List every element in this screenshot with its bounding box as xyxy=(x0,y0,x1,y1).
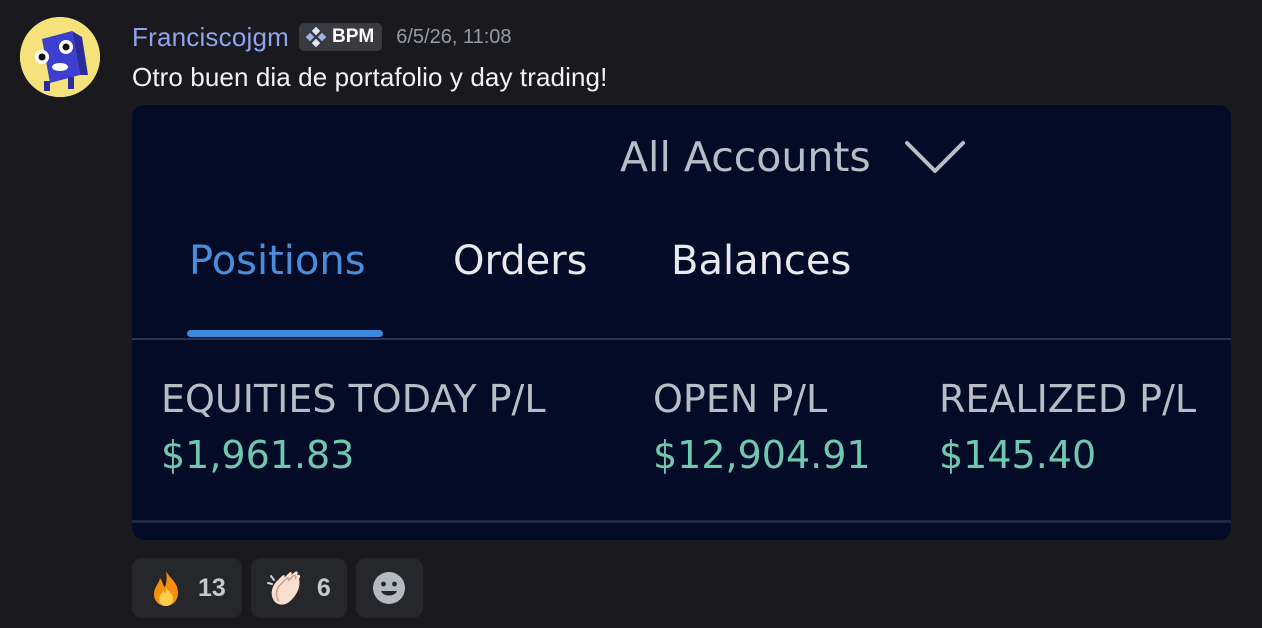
metric-value: $12,904.91 xyxy=(653,433,871,477)
metric-realized-pl: REALIZED P/L $145.40 xyxy=(939,377,1196,477)
metric-label: OPEN P/L xyxy=(653,377,828,421)
metric-label: REALIZED P/L xyxy=(939,377,1197,421)
role-tag-label: BPM xyxy=(332,26,375,47)
smiley-face-icon xyxy=(373,572,406,604)
diamond-grid-icon xyxy=(305,26,327,48)
account-selector-label: All Accounts xyxy=(620,133,871,181)
metric-value: $145.40 xyxy=(939,433,1097,477)
message-timestamp[interactable]: 6/5/26, 11:08 xyxy=(396,26,511,49)
tabs-divider xyxy=(132,338,1231,340)
tab-positions[interactable]: Positions xyxy=(189,238,366,284)
user-avatar[interactable] xyxy=(20,17,100,97)
reaction-count: 6 xyxy=(316,573,331,602)
reaction-clap[interactable]: 6 xyxy=(250,558,347,618)
chevron-down-icon xyxy=(904,141,965,173)
avatar-character-icon xyxy=(20,17,100,97)
role-tag[interactable]: BPM xyxy=(299,23,383,51)
metric-label: EQUITIES TODAY P/L xyxy=(161,377,546,421)
metric-equities-today-pl: EQUITIES TODAY P/L $1,961.83 xyxy=(161,377,546,477)
clapping-hands-emoji-icon xyxy=(266,571,300,605)
metrics-divider xyxy=(132,520,1231,523)
fire-emoji-icon xyxy=(154,571,178,606)
username[interactable]: Franciscojgm xyxy=(132,22,289,53)
metric-open-pl: OPEN P/L $12,904.91 xyxy=(653,377,871,477)
reaction-fire[interactable]: 13 xyxy=(132,558,242,618)
image-attachment[interactable]: All Accounts Positions Orders Balances E… xyxy=(132,105,1231,540)
reactions-bar: 13 6 xyxy=(132,558,423,618)
message-text: Otro buen dia de portafolio y day tradin… xyxy=(132,62,608,92)
tab-orders[interactable]: Orders xyxy=(453,238,588,284)
reaction-count: 13 xyxy=(198,573,226,602)
metric-value: $1,961.83 xyxy=(161,433,355,477)
tab-balances[interactable]: Balances xyxy=(671,238,851,284)
add-reaction-button[interactable] xyxy=(355,558,423,618)
message-header: Franciscojgm BPM 6/5/26, 11:08 xyxy=(132,20,512,54)
active-tab-indicator xyxy=(187,330,383,337)
chat-message: Franciscojgm BPM 6/5/26, 11:08 Otro buen… xyxy=(0,0,1262,628)
account-selector[interactable]: All Accounts xyxy=(620,133,967,181)
